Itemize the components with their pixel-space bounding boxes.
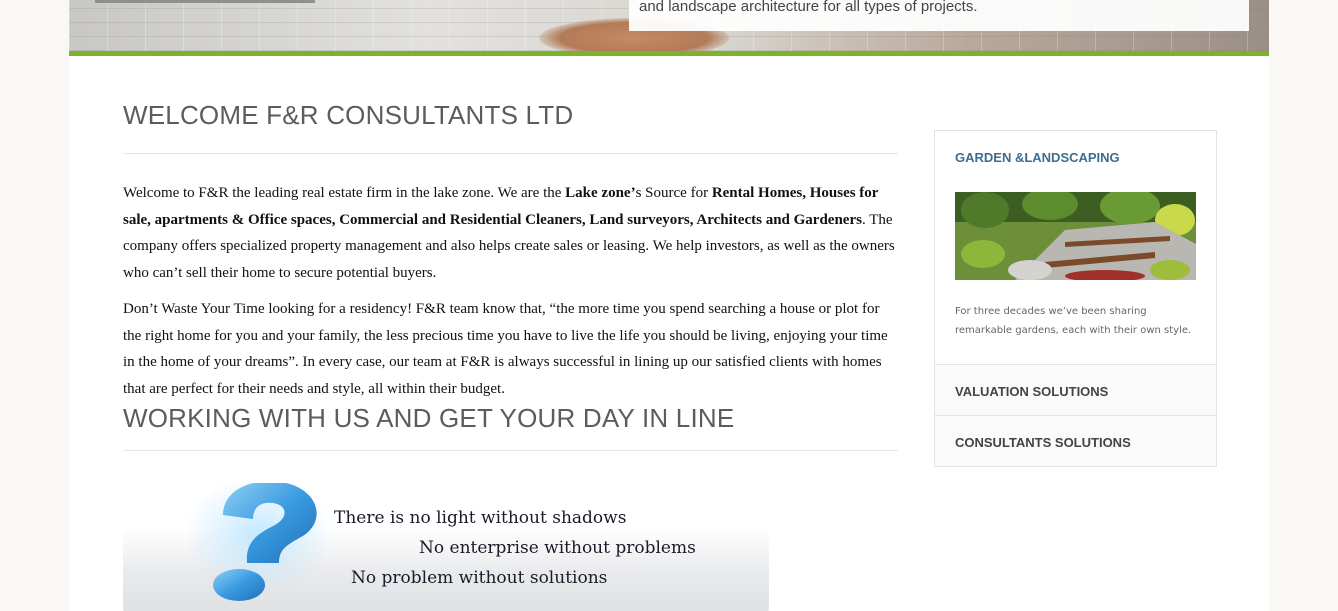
sidebar-item-label: CONSULTANTS SOLUTIONS: [955, 435, 1131, 450]
hero-banner: and landscape architecture for all types…: [69, 0, 1269, 51]
title-rule: [123, 153, 898, 154]
intro-text-1: Welcome to F&R the leading real estate f…: [123, 185, 566, 201]
accent-divider: [69, 51, 1269, 56]
sidebar-item-consultants[interactable]: CONSULTANTS SOLUTIONS: [935, 415, 1216, 466]
quote-line-1: There is no light without shadows: [334, 508, 627, 528]
services-sidebar: GARDEN &LANDSCAPING For three decades we…: [934, 130, 1217, 467]
intro-text-2: s Source for: [635, 185, 712, 201]
section-rule: [123, 450, 898, 451]
sidebar-description: For three decades we’ve been sharing rem…: [955, 306, 1192, 336]
garden-image: [955, 192, 1196, 280]
quote-line-2: No enterprise without problems: [419, 538, 696, 558]
sidebar-item-valuation[interactable]: VALUATION SOLUTIONS: [935, 364, 1216, 415]
intro-bold-1: Lake zone’: [565, 185, 636, 201]
section-title: WORKING WITH US AND GET YOUR DAY IN LINE: [123, 403, 735, 433]
slider-indicator[interactable]: [95, 0, 315, 3]
sidebar-item-label: VALUATION SOLUTIONS: [955, 384, 1109, 399]
hero-caption-box: and landscape architecture for all types…: [629, 0, 1249, 31]
quote-banner: There is no light without shadows No ent…: [123, 483, 769, 611]
hero-caption: and landscape architecture for all types…: [639, 0, 978, 15]
intro-paragraph: Welcome to F&R the leading real estate f…: [123, 180, 898, 286]
question-mark-icon: [183, 483, 333, 601]
sidebar-item-garden-title[interactable]: GARDEN &LANDSCAPING: [955, 150, 1120, 165]
page-title: WELCOME F&R CONSULTANTS LTD: [123, 100, 574, 130]
body-paragraph: Don’t Waste Your Time looking for a resi…: [123, 301, 888, 397]
quote-line-3: No problem without solutions: [351, 568, 608, 588]
page-container: and landscape architecture for all types…: [69, 0, 1269, 611]
